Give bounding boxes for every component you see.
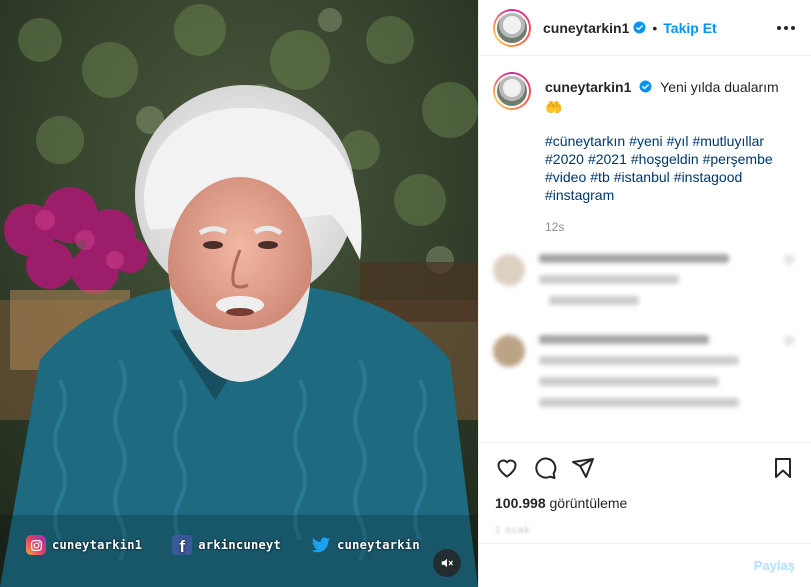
hashtag-link[interactable]: #2020 bbox=[545, 151, 584, 167]
caption-username[interactable]: cuneytarkin1 bbox=[545, 79, 631, 95]
caption-hashtags: #cüneytarkın #yeni #yıl #mutluyıllar #2020 #… bbox=[545, 132, 779, 204]
views-count[interactable]: 100.998 görüntüleme bbox=[495, 495, 795, 511]
hashtag-link[interactable]: #hoşgeldin bbox=[631, 151, 699, 167]
twitter-icon bbox=[311, 535, 331, 555]
hashtag-link[interactable]: #istanbul bbox=[614, 169, 670, 185]
author-avatar[interactable] bbox=[493, 8, 531, 47]
mute-toggle-button[interactable] bbox=[433, 549, 461, 577]
instagram-icon bbox=[26, 535, 46, 555]
hashtag-link[interactable]: #yıl bbox=[667, 133, 689, 149]
add-comment-bar: Paylaş bbox=[479, 543, 811, 587]
post-comment-button[interactable]: Paylaş bbox=[754, 558, 795, 573]
like-heart-icon[interactable] bbox=[495, 456, 519, 480]
post-side-panel: cuneytarkin1 • Takip Et cuneytarkin1 Yen… bbox=[478, 0, 811, 587]
facebook-icon: f bbox=[172, 535, 193, 556]
heart-icon bbox=[784, 256, 794, 265]
bookmark-icon[interactable] bbox=[771, 456, 795, 480]
hashtag-link[interactable]: #cüneytarkın bbox=[545, 133, 625, 149]
caption-text: Yeni yılda dualarım bbox=[660, 79, 779, 95]
separator-dot: • bbox=[652, 19, 658, 36]
post-actions: 100.998 görüntüleme 1 ocak bbox=[479, 442, 811, 536]
hashtag-link[interactable]: #video bbox=[545, 169, 586, 185]
post-caption: cuneytarkin1 Yeni yılda dualarım 🤲 #cüne… bbox=[493, 72, 795, 236]
comment-input[interactable] bbox=[495, 557, 754, 574]
facebook-handle: f arkincuneyt bbox=[172, 535, 281, 556]
comments-list[interactable]: cuneytarkin1 Yeni yılda dualarım 🤲 #cüne… bbox=[479, 56, 811, 442]
author-username[interactable]: cuneytarkin1 bbox=[543, 20, 629, 36]
verified-badge-icon bbox=[633, 21, 646, 34]
post-header: cuneytarkin1 • Takip Et bbox=[479, 0, 811, 56]
hashtag-link[interactable]: #instagram bbox=[545, 187, 614, 203]
hashtag-link[interactable]: #perşembe bbox=[703, 151, 773, 167]
more-options-icon[interactable] bbox=[777, 20, 795, 36]
hashtag-link[interactable]: #tb bbox=[590, 169, 609, 185]
praying-hands-emoji: 🤲 bbox=[545, 99, 563, 115]
hashtag-link[interactable]: #2021 bbox=[588, 151, 627, 167]
caption-author-avatar[interactable] bbox=[493, 72, 531, 110]
blurred-comment bbox=[493, 335, 795, 419]
speaker-muted-icon bbox=[441, 558, 453, 568]
twitter-handle: cuneytarkin bbox=[311, 535, 420, 555]
video-frame bbox=[0, 0, 478, 587]
comment-bubble-icon[interactable] bbox=[533, 456, 557, 480]
avatar bbox=[493, 335, 525, 367]
hashtag-link[interactable]: #yeni bbox=[629, 133, 662, 149]
post-video[interactable]: cuneytarkin1 f arkincuneyt cuneytarkin bbox=[0, 0, 478, 587]
hashtag-link[interactable]: #instagood bbox=[674, 169, 743, 185]
verified-badge-icon bbox=[639, 80, 652, 93]
avatar bbox=[493, 254, 525, 286]
follow-button[interactable]: Takip Et bbox=[663, 20, 716, 36]
blurred-comment bbox=[493, 254, 795, 317]
hashtag-link[interactable]: #mutluyıllar bbox=[692, 133, 764, 149]
caption-timestamp: 12s bbox=[545, 220, 565, 234]
share-paper-plane-icon[interactable] bbox=[571, 456, 595, 480]
instagram-handle: cuneytarkin1 bbox=[26, 535, 142, 555]
social-handles-overlay: cuneytarkin1 f arkincuneyt cuneytarkin bbox=[0, 527, 478, 563]
post-date: 1 ocak bbox=[495, 525, 531, 536]
heart-icon bbox=[784, 337, 794, 346]
